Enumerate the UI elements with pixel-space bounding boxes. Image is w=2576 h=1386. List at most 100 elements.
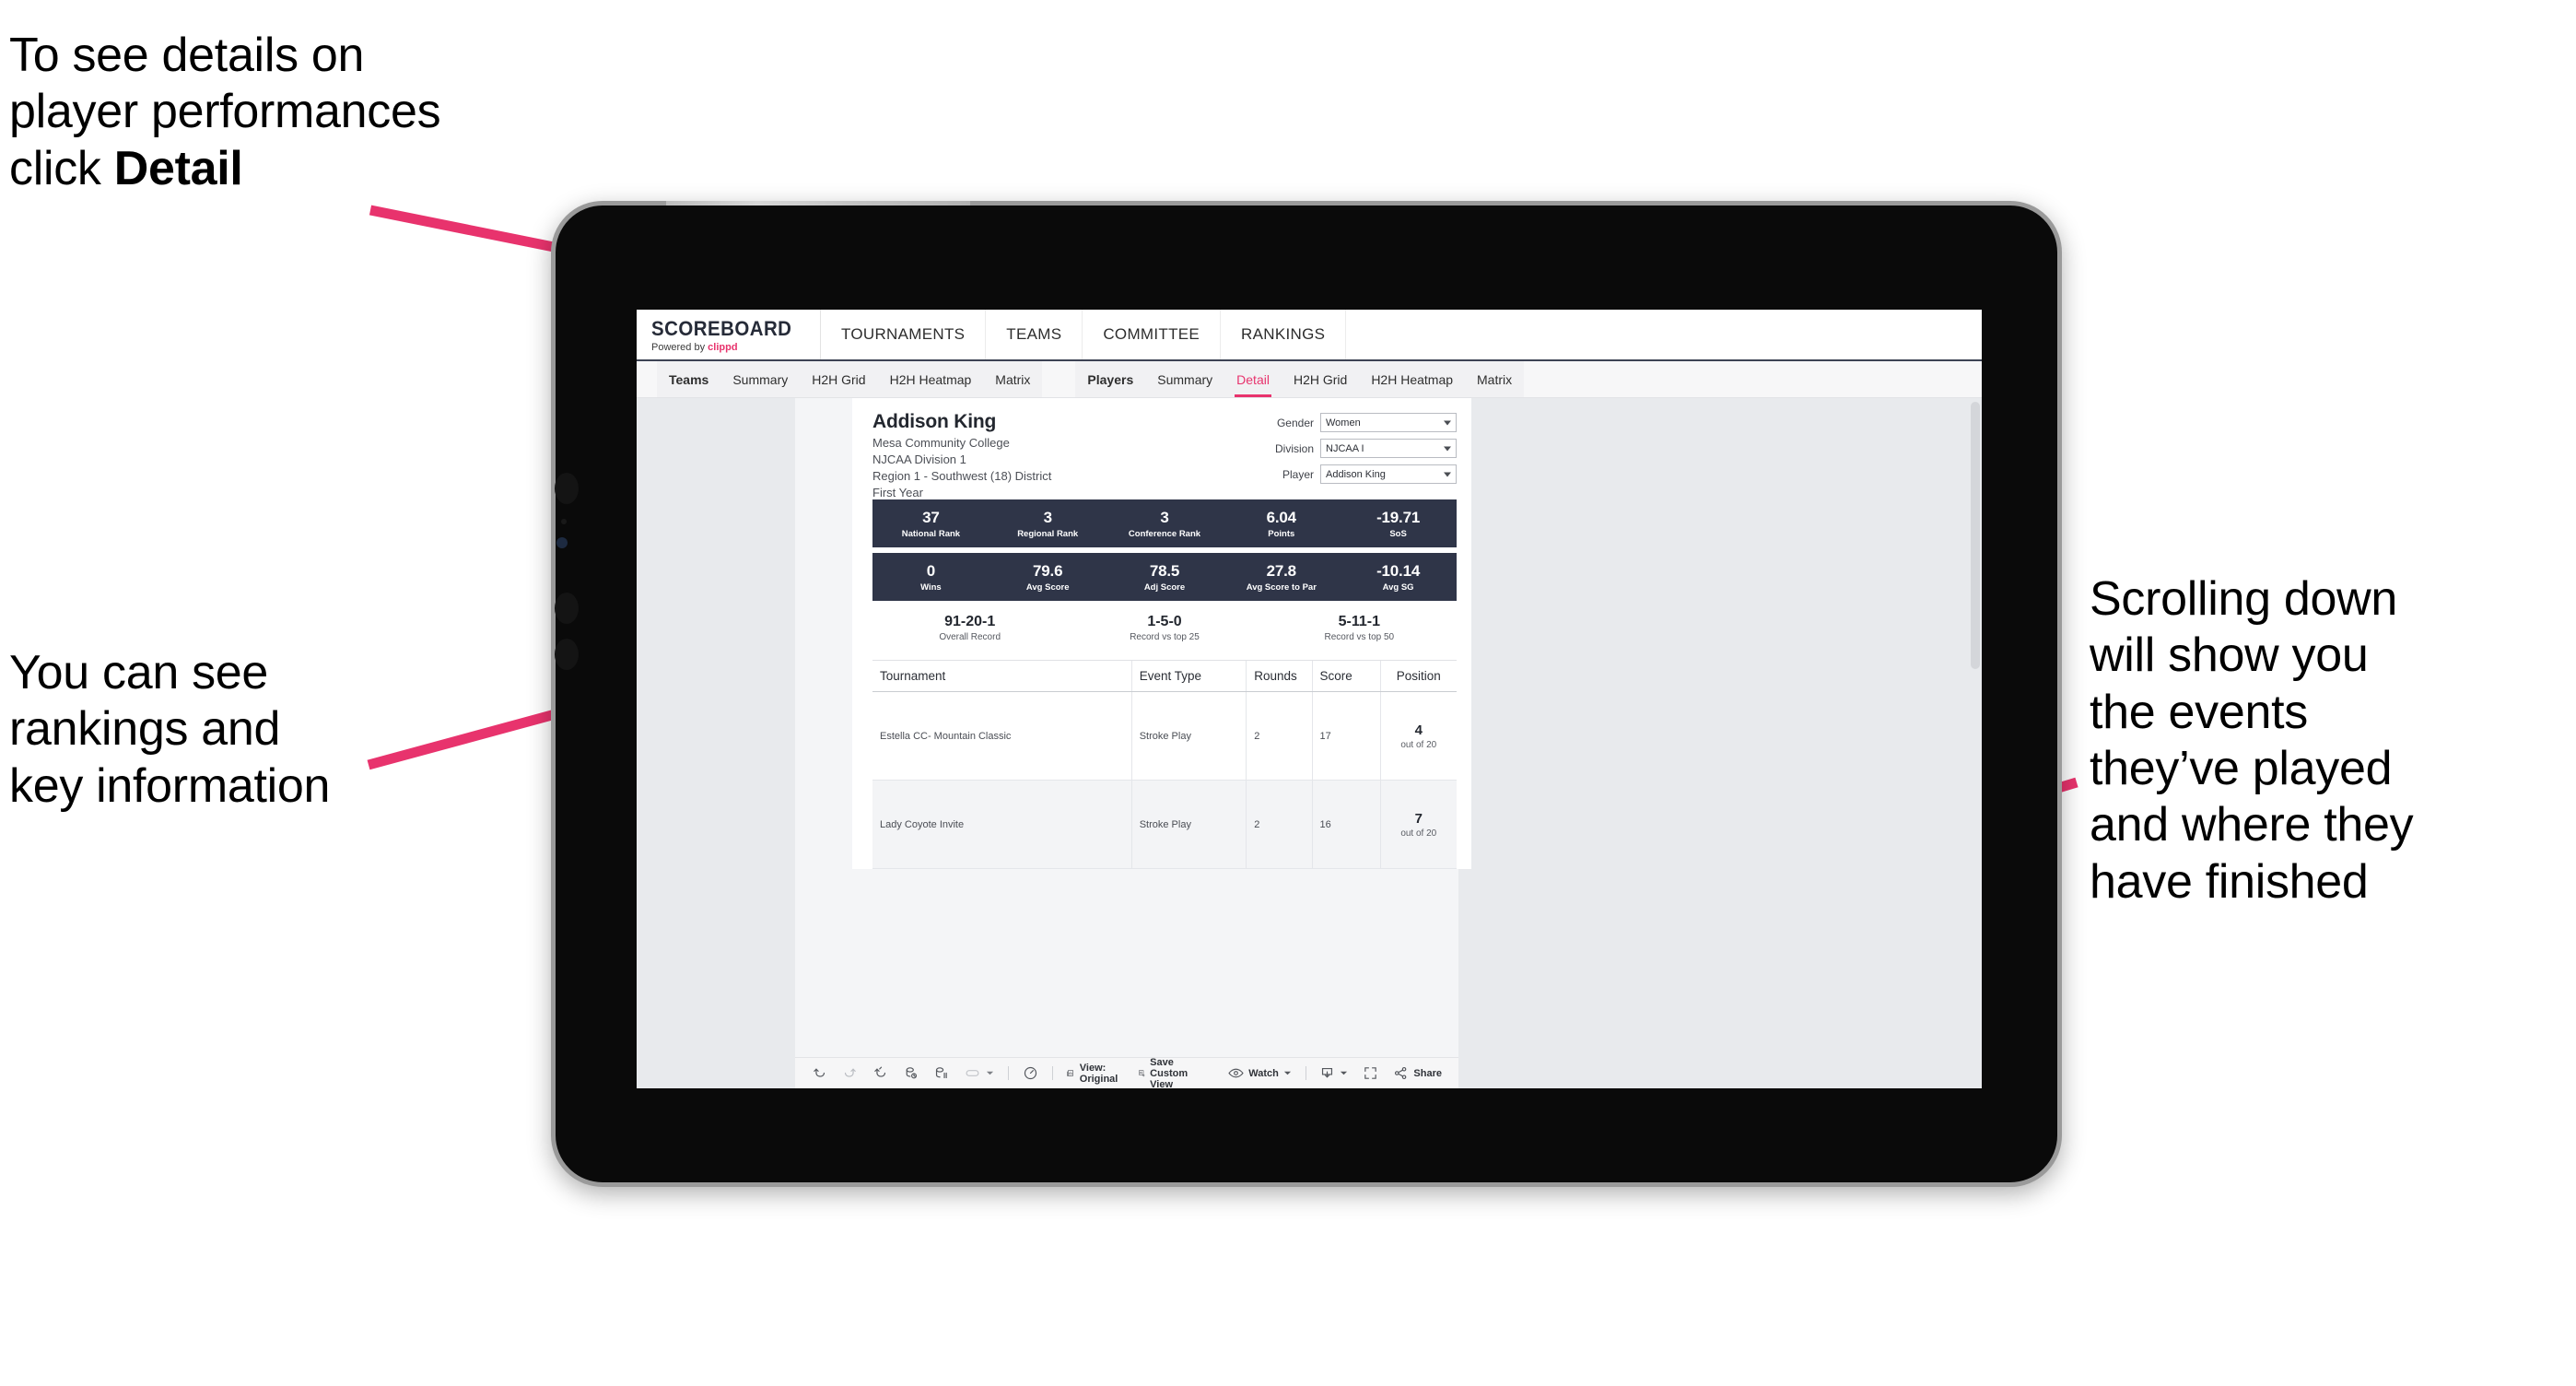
revert-button[interactable]	[865, 1058, 896, 1088]
chevron-down-icon	[1341, 1071, 1348, 1075]
toolbar-divider	[1051, 1066, 1053, 1080]
filter-gender-label: Gender	[1276, 416, 1314, 429]
stats-band-primary: 37 National Rank 3 Regional Rank 3 Confe…	[872, 499, 1457, 547]
stat-sos: -19.71 SoS	[1340, 509, 1457, 539]
cell-score: 17	[1313, 692, 1381, 780]
table-header-row: Tournament Event Type Rounds Score Posit…	[872, 661, 1457, 692]
record-label: Overall Record	[939, 631, 1001, 642]
stat-label: National Rank	[901, 528, 961, 539]
stat-label: Avg SG	[1382, 581, 1414, 593]
share-label: Share	[1413, 1067, 1442, 1079]
player-year: First Year	[872, 486, 923, 499]
cell-position: 7 out of 20	[1381, 781, 1457, 868]
nav-item-teams[interactable]: TEAMS	[986, 310, 1083, 359]
tab-teams-h2h-heatmap[interactable]: H2H Heatmap	[878, 361, 984, 397]
device-button-mid	[555, 593, 579, 624]
player-division: NJCAA Division 1	[872, 452, 966, 466]
stat-value: -10.14	[1376, 561, 1421, 580]
brand-title: SCOREBOARD	[651, 316, 792, 340]
tab-teams-h2h-grid[interactable]: H2H Grid	[800, 361, 877, 397]
column-header-event-type[interactable]: Event Type	[1132, 661, 1247, 691]
share-button[interactable]: Share	[1386, 1058, 1449, 1088]
record-overall: 91-20-1 Overall Record	[872, 614, 1067, 642]
stat-avg-sg: -10.14 Avg SG	[1340, 562, 1457, 593]
save-custom-view-button[interactable]: Save Custom View	[1130, 1056, 1209, 1089]
position-value: 4	[1414, 722, 1423, 738]
pan-icon	[966, 1070, 979, 1076]
pause-auto-update-icon	[935, 1067, 947, 1079]
stat-avg-score-to-par: 27.8 Avg Score to Par	[1223, 562, 1340, 593]
filter-division-select[interactable]: NJCAA I	[1320, 439, 1457, 458]
brand-powered-prefix: Powered by	[651, 341, 708, 353]
column-header-score[interactable]: Score	[1313, 661, 1381, 691]
tab-players-detail[interactable]: Detail	[1224, 361, 1282, 397]
stat-value: 3	[1160, 508, 1169, 526]
tab-teams-matrix[interactable]: Matrix	[983, 361, 1042, 397]
refresh-button[interactable]	[896, 1058, 926, 1088]
stats-band-secondary: 0 Wins 79.6 Avg Score 78.5 Adj Score 27.…	[872, 553, 1457, 601]
filter-player-select[interactable]: Addison King	[1320, 464, 1457, 484]
download-button[interactable]	[1312, 1058, 1355, 1088]
tab-teams[interactable]: Teams	[657, 361, 720, 397]
vertical-scrollbar[interactable]	[1971, 402, 1980, 669]
filter-player: Player Addison King	[1245, 464, 1457, 484]
save-custom-view-label: Save Custom View	[1150, 1056, 1188, 1089]
stat-value: 0	[926, 561, 936, 580]
filter-player-label: Player	[1282, 467, 1314, 481]
brand-logo[interactable]: SCOREBOARD Powered by clippd	[637, 310, 821, 359]
player-name: Addison King	[872, 411, 997, 432]
tab-players[interactable]: Players	[1075, 361, 1145, 397]
teams-tab-group: Teams Summary H2H Grid H2H Heatmap Matri…	[657, 361, 1043, 397]
stat-value: 6.04	[1266, 508, 1296, 526]
tab-players-summary[interactable]: Summary	[1145, 361, 1224, 397]
viz-toolbar: View: Original Save Custom View Watch Sh…	[795, 1057, 1458, 1088]
player-identity: Addison King Mesa Community College NJCA…	[872, 411, 1245, 499]
record-vs-top-50: 5-11-1 Record vs top 50	[1262, 614, 1457, 642]
device-mic-dot	[561, 519, 567, 524]
stat-label: Adj Score	[1143, 581, 1186, 593]
tournaments-table: Tournament Event Type Rounds Score Posit…	[872, 660, 1457, 869]
eye-icon	[1228, 1068, 1244, 1078]
tab-players-matrix[interactable]: Matrix	[1465, 361, 1524, 397]
tab-players-h2h-grid[interactable]: H2H Grid	[1282, 361, 1359, 397]
stat-label: Conference Rank	[1128, 528, 1201, 539]
download-icon	[1322, 1067, 1333, 1078]
column-header-tournament[interactable]: Tournament	[872, 661, 1132, 691]
stat-avg-score: 79.6 Avg Score	[989, 562, 1107, 593]
redo-button[interactable]	[835, 1058, 865, 1088]
highlight-button[interactable]	[1015, 1058, 1046, 1088]
stat-label: Points	[1268, 528, 1295, 539]
slide-canvas: To see details on player performances cl…	[0, 0, 2576, 1386]
nav-item-tournaments[interactable]: TOURNAMENTS	[821, 310, 987, 359]
stat-value: 27.8	[1266, 561, 1296, 580]
view-original-button[interactable]: View: Original	[1059, 1058, 1130, 1088]
annotation-scrolling: Scrolling down will show you the events …	[2090, 572, 2414, 909]
brand-powered-name: clippd	[708, 341, 738, 353]
cell-rounds: 2	[1247, 692, 1313, 780]
tab-teams-summary[interactable]: Summary	[720, 361, 800, 397]
annotation-detail-bold: Detail	[113, 141, 243, 195]
table-row[interactable]: Estella CC- Mountain Classic Stroke Play…	[872, 692, 1457, 781]
tab-players-h2h-heatmap[interactable]: H2H Heatmap	[1359, 361, 1465, 397]
toolbar-divider	[1008, 1066, 1009, 1080]
cell-score: 16	[1313, 781, 1381, 868]
stat-national-rank: 37 National Rank	[872, 509, 989, 539]
undo-button[interactable]	[804, 1058, 835, 1088]
chevron-down-icon	[1444, 420, 1451, 425]
filter-gender-select[interactable]: Women	[1320, 413, 1457, 432]
stat-wins: 0 Wins	[872, 562, 989, 593]
table-row[interactable]: Lady Coyote Invite Stroke Play 2 16 7 ou…	[872, 781, 1457, 869]
watch-button[interactable]: Watch	[1221, 1058, 1299, 1088]
stat-adj-score: 78.5 Adj Score	[1107, 562, 1224, 593]
nav-item-committee[interactable]: COMMITTEE	[1083, 310, 1222, 359]
pan-dropdown[interactable]	[956, 1058, 1001, 1088]
pause-button[interactable]	[926, 1058, 956, 1088]
stat-value: 37	[922, 508, 940, 526]
chevron-down-icon	[1283, 1071, 1291, 1075]
column-header-rounds[interactable]: Rounds	[1247, 661, 1313, 691]
column-header-position[interactable]: Position	[1381, 661, 1457, 691]
filter-panel: Gender Women Division NJCAA I Player Add…	[1245, 411, 1457, 499]
view-original-label: View: Original	[1079, 1062, 1118, 1085]
nav-item-rankings[interactable]: RANKINGS	[1221, 310, 1347, 359]
fullscreen-button[interactable]	[1355, 1058, 1386, 1088]
